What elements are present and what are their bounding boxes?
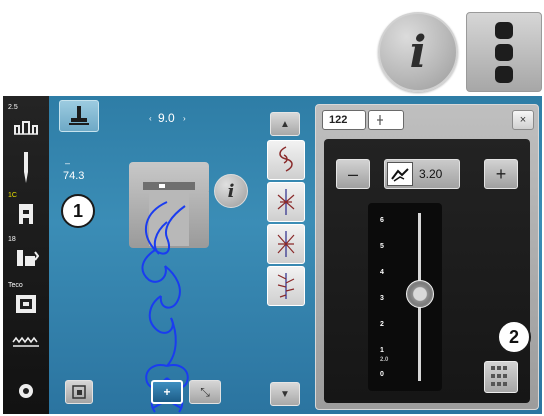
breadcrumb-stitch-icon — [377, 115, 383, 125]
pattern-grid-icon — [491, 366, 507, 386]
stitch-option-4[interactable] — [267, 266, 305, 306]
sidebar-item-thread-tension[interactable] — [5, 322, 47, 364]
close-panel-button[interactable]: × — [512, 110, 534, 130]
stitch-width-right-arrow[interactable]: › — [183, 114, 186, 123]
slider-tick: 5 — [380, 243, 384, 250]
stitch-option-2[interactable] — [267, 182, 305, 222]
info-icon: i — [227, 180, 235, 202]
sewing-machine-screen: 2.5 1C 18 Teco – 74.3 ‹ 9.0 › i 1 ▲ ▼ + … — [3, 96, 542, 414]
stitch-option-1[interactable] — [267, 140, 305, 180]
sidebar-item-needle[interactable] — [5, 146, 47, 188]
decrease-button[interactable]: – — [336, 159, 370, 189]
increase-button[interactable]: + — [484, 159, 518, 189]
stitch-plate-icon — [16, 295, 36, 313]
stitch-density-icon — [387, 162, 413, 186]
stitch-width-left-arrow[interactable]: ‹ — [149, 114, 152, 123]
info-icon: i — [409, 26, 427, 78]
slider-tick: 6 — [380, 217, 384, 224]
thread-tension-icon — [12, 336, 39, 347]
sidebar-item-presser-foot-pressure[interactable]: 2.5 — [5, 102, 47, 144]
sidebar-item-number: 1C — [8, 192, 17, 199]
slider-tick: 3 — [380, 295, 384, 302]
stitch-option-3[interactable] — [267, 224, 305, 264]
callout-badge-1: 1 — [61, 194, 95, 228]
menu-button[interactable] — [466, 12, 542, 92]
stitch-asterisk-icon — [277, 231, 295, 257]
stitch-number-breadcrumb[interactable]: 122 — [322, 110, 366, 130]
presser-foot-indicator-button[interactable] — [59, 100, 99, 132]
density-slider[interactable]: 6 5 4 3 2 1 2.0 0 — [368, 203, 442, 391]
callout-badge-2: 2 — [497, 320, 531, 354]
sidebar-item-number: 18 — [8, 236, 16, 243]
slider-tick: 4 — [380, 269, 384, 276]
stitch-curl-icon — [279, 146, 293, 172]
add-pattern-button[interactable]: + — [151, 380, 183, 404]
scroll-up-button[interactable]: ▲ — [270, 112, 300, 136]
sidebar-item-presser-foot[interactable]: 1C — [5, 190, 47, 232]
feed-dog-icon — [17, 250, 39, 266]
mirror-pattern-button[interactable] — [65, 380, 93, 404]
presser-foot-pressure-icon — [14, 121, 38, 135]
stitch-length-value: 74.3 — [63, 170, 85, 182]
slider-tick: 0 — [380, 371, 384, 378]
stitch-settings-panel: 122 × – 3.20 + 6 5 4 3 2 1 2.0 0 — [315, 104, 539, 410]
menu-dot-bottom — [495, 65, 513, 83]
presser-foot-icon — [19, 204, 33, 224]
scroll-down-button[interactable]: ▼ — [270, 382, 300, 406]
breadcrumb-detail[interactable] — [368, 110, 404, 130]
sidebar-item-feed-dog[interactable]: 18 — [5, 234, 47, 276]
sidebar-item-stitch-plate[interactable]: Teco — [5, 280, 47, 322]
density-control: – 3.20 + 6 5 4 3 2 1 2.0 0 — [324, 139, 530, 403]
slider-tick: 2 — [380, 321, 384, 328]
needle-icon — [24, 152, 28, 183]
sidebar: 2.5 1C 18 Teco — [3, 96, 49, 414]
square-frame-icon — [72, 385, 86, 399]
stitch-width-value: 9.0 — [158, 111, 175, 125]
screen-info-button[interactable]: i — [214, 174, 248, 208]
scale-pattern-button[interactable]: ⤡ — [189, 380, 221, 404]
density-value: 3.20 — [419, 167, 443, 181]
sidebar-item-number: 2.5 — [8, 104, 18, 111]
stitch-feather-icon — [277, 273, 295, 299]
density-value-box: 3.20 — [384, 159, 460, 189]
slider-thumb[interactable] — [406, 279, 434, 308]
setup-circle-icon — [19, 384, 33, 398]
pattern-grid-button[interactable] — [484, 361, 518, 393]
slider-sub-label: 2.0 — [380, 357, 389, 363]
stitch-star-icon — [277, 189, 295, 215]
stitch-length-prefix: – — [65, 158, 71, 168]
info-help-button[interactable]: i — [378, 12, 458, 92]
sidebar-item-number: Teco — [8, 282, 23, 289]
menu-dot-top — [495, 21, 513, 39]
sidebar-item-setup[interactable] — [5, 370, 47, 412]
menu-dot-middle — [495, 43, 513, 61]
slider-tick: 1 — [380, 347, 384, 354]
panel-header: 122 × — [322, 110, 534, 130]
presser-foot-indicator-icon — [69, 106, 89, 125]
